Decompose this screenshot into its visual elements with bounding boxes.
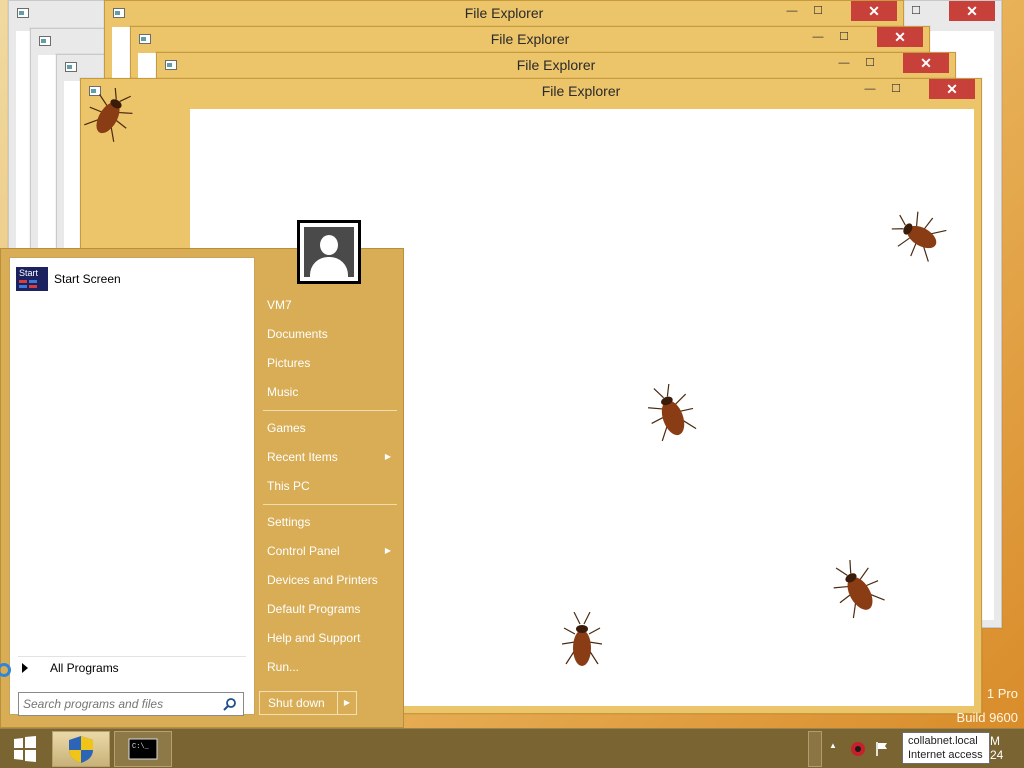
minimize-button[interactable]: —	[805, 27, 831, 47]
shield-icon	[69, 736, 93, 763]
network-tooltip: collabnet.local Internet access	[902, 732, 990, 764]
maximize-button[interactable]: ☐	[903, 1, 929, 21]
clock-date: 24	[990, 748, 1004, 762]
menu-item-recent-items[interactable]: Recent Items ▶	[267, 446, 397, 468]
menu-item-label: Pictures	[267, 356, 311, 370]
start-icon-text: Start	[19, 268, 39, 278]
minimize-button[interactable]: —	[857, 79, 883, 99]
show-hidden-icons-icon[interactable]: ▲	[829, 741, 837, 750]
start-screen-icon: Start	[16, 267, 48, 291]
submenu-arrow-icon: ▶	[384, 452, 391, 461]
all-programs-button[interactable]: All Programs	[18, 656, 246, 678]
window-app-icon	[17, 8, 29, 18]
menu-item-control-panel[interactable]: Control Panel ▶	[267, 540, 397, 562]
windows-start-icon[interactable]	[4, 733, 44, 765]
start-menu: Start Start Screen All Programs VM7	[0, 220, 404, 728]
minimize-button[interactable]: —	[831, 53, 857, 73]
menu-item-label: Music	[267, 385, 299, 399]
menu-item-devices-printers[interactable]: Devices and Printers	[267, 569, 397, 591]
menu-item-games[interactable]: Games	[267, 417, 397, 439]
maximize-button[interactable]: ☐	[805, 1, 831, 21]
maximize-button[interactable]: ☐	[883, 79, 909, 99]
menu-item-run[interactable]: Run...	[267, 656, 397, 678]
taskbar: C:\_ ▲	[0, 728, 1024, 768]
menu-item-label: VM7	[267, 298, 292, 312]
menu-separator	[263, 504, 397, 505]
cockroach-icon	[84, 88, 133, 142]
close-button[interactable]: ✕	[929, 79, 975, 99]
window-app-icon	[65, 62, 77, 72]
menu-item-pictures[interactable]: Pictures	[267, 352, 397, 374]
clock-time: M	[990, 734, 1000, 748]
show-desktop-handle[interactable]	[808, 731, 822, 767]
clock[interactable]: M 24	[990, 734, 1003, 762]
menu-item-user-folder[interactable]: VM7	[267, 294, 397, 316]
submenu-arrow-icon: ▶	[384, 546, 391, 555]
cockroach-icon	[562, 612, 602, 666]
svg-text:C:\_: C:\_	[132, 743, 150, 751]
taskbar-app-command-prompt[interactable]: C:\_	[114, 731, 172, 767]
menu-item-label: Default Programs	[267, 602, 361, 616]
command-prompt-icon: C:\_	[128, 738, 158, 760]
start-screen-label: Start Screen	[54, 272, 121, 286]
menu-item-label: Control Panel	[267, 544, 340, 558]
menu-item-documents[interactable]: Documents	[267, 323, 397, 345]
menu-item-label: Help and Support	[267, 631, 361, 645]
maximize-button[interactable]: ☐	[831, 27, 857, 47]
search-icon[interactable]	[223, 697, 237, 711]
start-screen-item[interactable]: Start Start Screen	[16, 266, 246, 292]
tooltip-status: Internet access	[908, 749, 983, 761]
window-title: File Explorer	[541, 83, 621, 99]
taskbar-app-security[interactable]	[52, 731, 110, 767]
user-avatar[interactable]	[297, 220, 361, 284]
cockroach-icon	[891, 211, 947, 262]
menu-item-label: Recent Items	[267, 450, 338, 464]
cockroach-icon	[833, 560, 885, 619]
cockroach-icon	[648, 384, 697, 442]
menu-item-help-support[interactable]: Help and Support	[267, 627, 397, 649]
menu-separator	[263, 410, 397, 411]
maximize-button[interactable]: ☐	[857, 53, 883, 73]
menu-item-label: Devices and Printers	[267, 573, 378, 587]
shutdown-button-group: Shut down ▶	[259, 691, 357, 715]
close-button[interactable]: ✕	[903, 53, 949, 73]
tooltip-domain: collabnet.local	[908, 735, 978, 747]
search-box[interactable]	[18, 692, 244, 716]
menu-item-label: Documents	[267, 327, 328, 341]
network-warning-icon[interactable]	[850, 741, 866, 757]
os-edition-watermark: 1 Pro	[986, 686, 1018, 701]
menu-item-label: Games	[267, 421, 306, 435]
menu-item-label: Run...	[267, 660, 300, 674]
user-icon	[304, 227, 354, 277]
shutdown-button[interactable]: Shut down	[260, 692, 338, 714]
menu-item-default-programs[interactable]: Default Programs	[267, 598, 397, 620]
menu-item-label: Settings	[267, 515, 311, 529]
expand-arrow-icon	[22, 662, 28, 673]
close-button[interactable]: ✕	[949, 1, 995, 21]
minimize-button[interactable]: —	[779, 1, 805, 21]
close-button[interactable]: ✕	[851, 1, 897, 21]
menu-item-this-pc[interactable]: This PC	[267, 475, 397, 497]
start-menu-programs-pane: Start Start Screen All Programs	[9, 257, 255, 716]
search-input[interactable]	[23, 695, 213, 713]
menu-item-music[interactable]: Music	[267, 381, 397, 403]
shutdown-options-arrow-icon[interactable]: ▶	[338, 692, 356, 714]
menu-item-settings[interactable]: Settings	[267, 511, 397, 533]
action-center-flag-icon[interactable]	[874, 741, 890, 757]
menu-item-label: This PC	[267, 479, 310, 493]
window-app-icon	[39, 36, 51, 46]
close-button[interactable]: ✕	[877, 27, 923, 47]
all-programs-label: All Programs	[50, 660, 119, 675]
os-build-watermark: Build 9600	[956, 710, 1018, 725]
